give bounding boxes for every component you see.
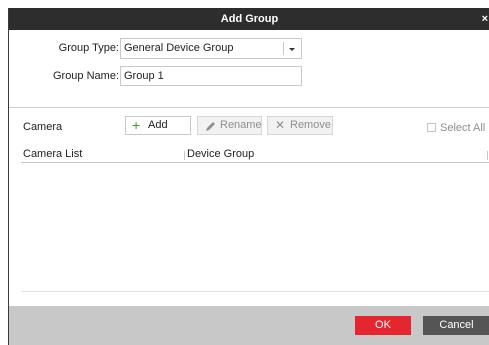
select-all-label: Select All — [440, 122, 486, 134]
column-camera-list[interactable]: Camera List — [23, 148, 82, 161]
rename-button-label: Rename — [220, 119, 262, 131]
checkbox-icon — [427, 123, 436, 132]
group-type-label: Group Type: — [58, 42, 119, 54]
add-button[interactable]: + Add — [125, 116, 191, 135]
select-divider — [283, 42, 284, 55]
close-icon[interactable]: × — [482, 8, 488, 30]
add-button-label: Add — [148, 119, 168, 131]
ok-button[interactable]: OK — [355, 316, 411, 335]
remove-button[interactable]: ✕ Remove — [267, 116, 333, 135]
section-divider — [9, 107, 489, 108]
list-header: Camera List Device Group — [21, 148, 489, 163]
camera-section-label: Camera — [23, 121, 63, 133]
pencil-icon — [205, 120, 216, 137]
cancel-button[interactable]: Cancel — [423, 316, 489, 335]
group-type-value: General Device Group — [124, 42, 234, 54]
group-name-input[interactable] — [120, 66, 302, 86]
dialog-footer: OK Cancel — [9, 306, 489, 345]
dialog-titlebar: Add Group × — [9, 8, 489, 30]
column-separator — [487, 151, 488, 160]
dialog-title: Add Group — [220, 13, 279, 25]
remove-button-label: Remove — [290, 119, 331, 131]
rename-button[interactable]: Rename — [197, 116, 262, 135]
add-group-dialog: Add Group × Group Type: General Device G… — [8, 8, 489, 345]
column-separator — [184, 151, 185, 160]
column-device-group[interactable]: Device Group — [187, 148, 254, 161]
group-type-select[interactable]: General Device Group — [120, 38, 302, 59]
caret-down-icon[interactable] — [289, 48, 295, 51]
camera-list-body[interactable] — [21, 164, 489, 292]
x-icon: ✕ — [275, 118, 286, 132]
plus-icon: + — [132, 117, 141, 133]
group-name-label: Group Name: — [52, 70, 119, 82]
